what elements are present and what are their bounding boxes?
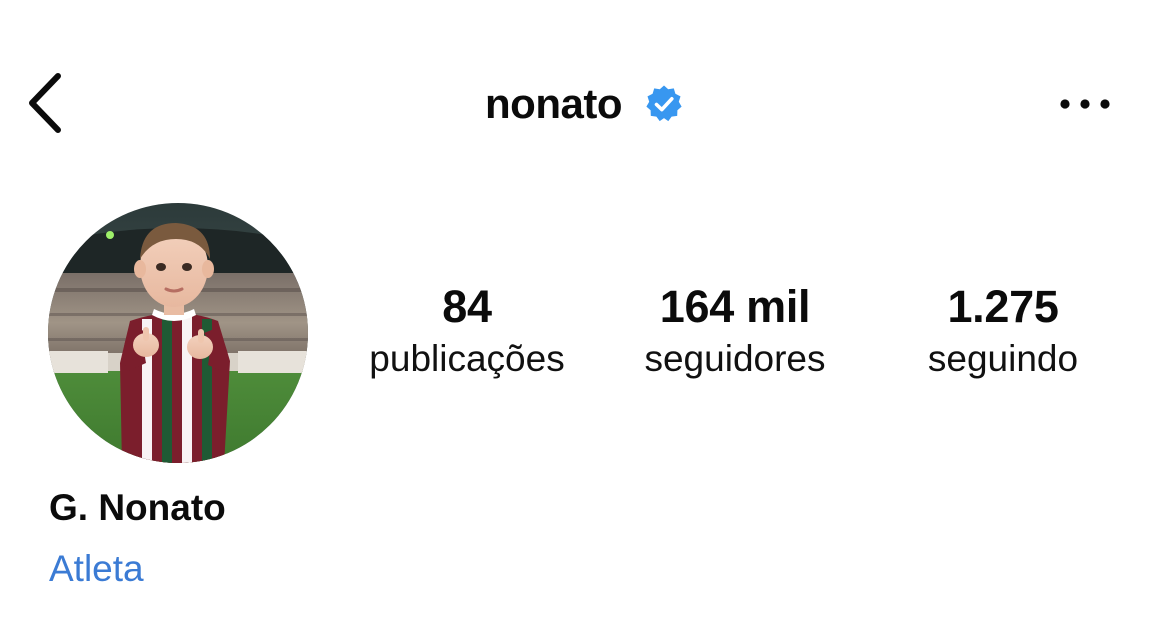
stat-posts-label: publicações (369, 338, 565, 379)
stat-followers[interactable]: 164 mil seguidores (610, 280, 860, 382)
stat-following-label: seguindo (927, 338, 1079, 379)
more-options-button[interactable] (1055, 86, 1115, 122)
profile-username: nonato (485, 80, 622, 127)
verified-badge-icon (644, 84, 684, 124)
title-wrap: nonato (0, 78, 1169, 130)
profile-display-name: G. Nonato (49, 487, 226, 528)
stat-posts[interactable]: 84 publicações (332, 280, 602, 382)
profile-header: nonato (0, 0, 1169, 210)
stat-followers-label: seguidores (644, 338, 826, 379)
profile-page: nonato 84 publicações 164 mil seguidores… (0, 0, 1169, 621)
avatar[interactable] (48, 203, 308, 463)
stat-followers-count: 164 mil (659, 281, 811, 332)
stat-following[interactable]: 1.275 seguindo (888, 280, 1118, 382)
more-horizontal-icon (1060, 99, 1110, 109)
stat-following-count: 1.275 (947, 281, 1059, 332)
profile-category-link[interactable]: Atleta (49, 546, 144, 592)
stat-posts-count: 84 (442, 281, 492, 332)
profile-stats: 84 publicações 164 mil seguidores 1.275 … (320, 280, 1140, 390)
